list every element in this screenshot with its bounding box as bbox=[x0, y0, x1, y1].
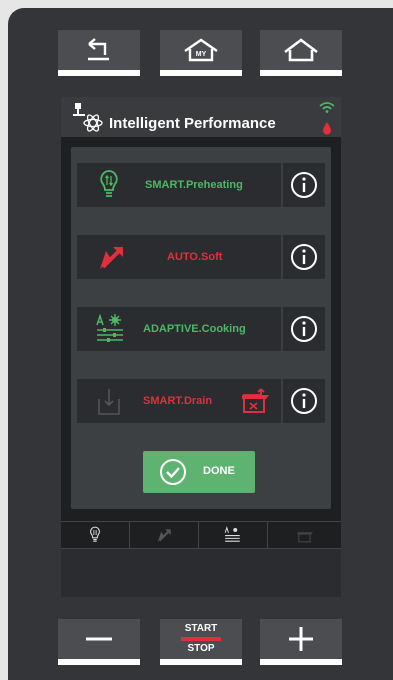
start-stop-divider bbox=[181, 637, 221, 641]
info-icon bbox=[291, 388, 317, 414]
display-screen: Intelligent Performance SMART.Preheating bbox=[61, 97, 341, 597]
info-icon bbox=[291, 244, 317, 270]
bulb-arrows-icon bbox=[100, 170, 118, 197]
back-icon bbox=[88, 38, 109, 61]
smart-drain-label: SMART.Drain bbox=[143, 395, 213, 407]
back-button[interactable] bbox=[58, 30, 140, 76]
info-icon bbox=[291, 172, 317, 198]
my-home-label: MY bbox=[196, 51, 207, 58]
smart-preheating-info-button[interactable] bbox=[281, 163, 325, 207]
minus-icon bbox=[86, 637, 112, 641]
adaptive-cooking-label: ADAPTIVE.Cooking bbox=[143, 323, 246, 335]
soft-arrow-icon bbox=[100, 247, 123, 269]
done-label: DONE bbox=[203, 465, 235, 477]
smart-drain-info-button[interactable] bbox=[281, 379, 325, 423]
auto-soft-label: AUTO.Soft bbox=[167, 251, 223, 263]
home-icon bbox=[284, 38, 318, 62]
tab-auto-soft[interactable] bbox=[130, 522, 199, 548]
tab-smart-drain[interactable] bbox=[268, 522, 341, 548]
minus-button[interactable] bbox=[58, 619, 140, 665]
drain-icon bbox=[242, 388, 269, 413]
smart-preheating-label: SMART.Preheating bbox=[145, 179, 243, 191]
auto-soft-info-button[interactable] bbox=[281, 235, 325, 279]
plus-icon bbox=[289, 627, 313, 651]
check-circle-icon bbox=[160, 459, 186, 485]
adaptive-cooking-button[interactable]: ADAPTIVE.Cooking bbox=[77, 307, 279, 351]
plus-button[interactable] bbox=[260, 619, 342, 665]
home-button[interactable] bbox=[260, 30, 342, 76]
tab-smart-preheating[interactable] bbox=[61, 522, 130, 548]
drain-icon bbox=[297, 532, 313, 543]
drain-tray-icon bbox=[98, 389, 120, 415]
function-row-smart-drain: SMART.Drain bbox=[77, 379, 325, 423]
auto-soft-button[interactable]: AUTO.Soft bbox=[77, 235, 279, 279]
start-label: START bbox=[184, 623, 218, 634]
function-row-smart-preheating: SMART.Preheating bbox=[77, 163, 325, 207]
water-drop-icon bbox=[323, 122, 331, 135]
adaptive-sliders-icon bbox=[224, 526, 240, 542]
intelligent-performance-icon bbox=[73, 103, 103, 132]
tab-adaptive-cooking[interactable] bbox=[199, 522, 268, 548]
function-row-adaptive-cooking: ADAPTIVE.Cooking bbox=[77, 307, 325, 351]
my-home-icon: MY bbox=[184, 38, 218, 62]
info-icon bbox=[291, 316, 317, 342]
functions-panel: SMART.Preheating AUTO.Soft ADAPTIVE.Cook… bbox=[71, 147, 331, 509]
title-bar: Intelligent Performance bbox=[61, 97, 341, 137]
smart-preheating-button[interactable]: SMART.Preheating bbox=[77, 163, 279, 207]
stop-label: STOP bbox=[187, 643, 215, 654]
adaptive-cooking-info-button[interactable] bbox=[281, 307, 325, 351]
done-button[interactable]: DONE bbox=[143, 451, 255, 493]
wifi-icon bbox=[319, 102, 335, 113]
status-area bbox=[61, 549, 341, 597]
start-stop-button[interactable]: START STOP bbox=[160, 619, 242, 665]
function-row-auto-soft: AUTO.Soft bbox=[77, 235, 325, 279]
page-title: Intelligent Performance bbox=[109, 115, 276, 132]
soft-arrow-icon bbox=[157, 529, 171, 542]
adaptive-sliders-icon bbox=[96, 313, 123, 342]
smart-drain-button[interactable]: SMART.Drain bbox=[77, 379, 279, 423]
bulb-arrows-icon bbox=[90, 526, 100, 542]
my-home-button[interactable]: MY bbox=[160, 30, 242, 76]
function-tab-strip bbox=[61, 521, 341, 549]
